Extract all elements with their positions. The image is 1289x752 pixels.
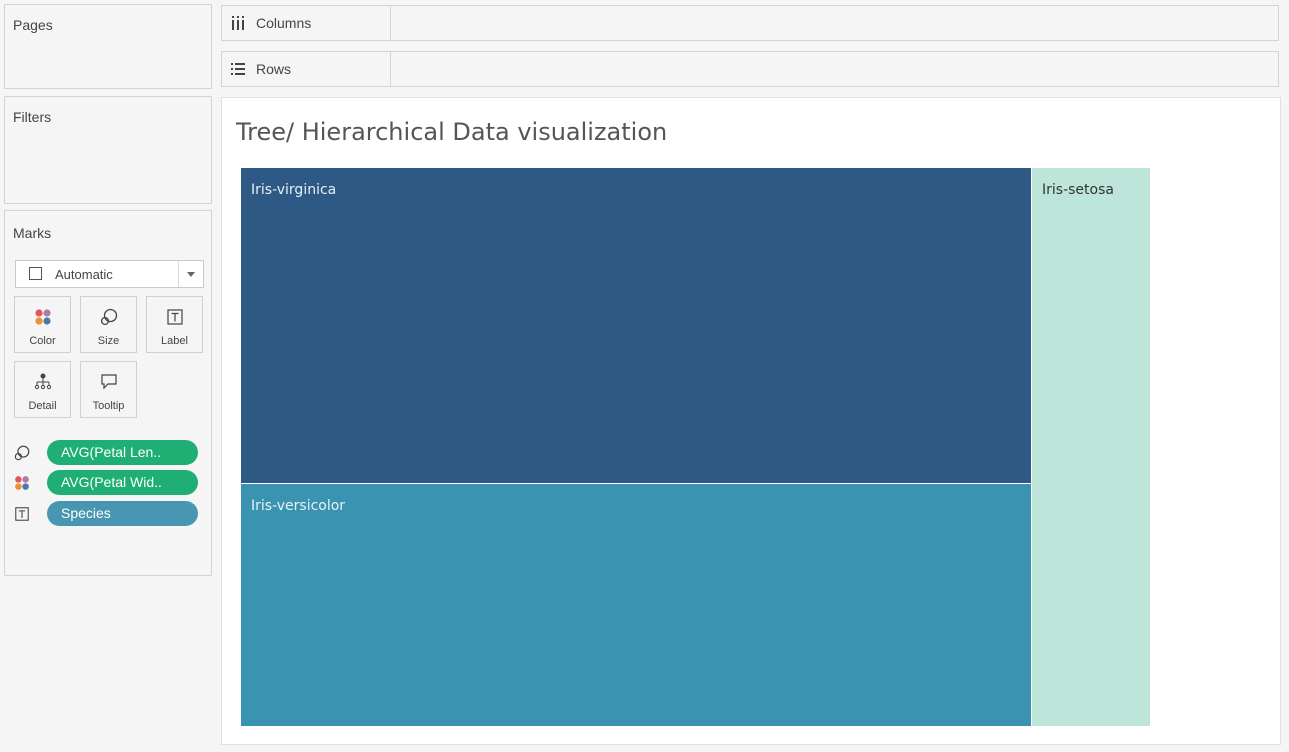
color-dots-icon (15, 307, 70, 327)
rows-label: Rows (256, 61, 292, 77)
marks-card: Marks Automatic Color Size Label Detail … (4, 210, 212, 576)
view-canvas: Tree/ Hierarchical Data visualization Ir… (221, 97, 1281, 745)
label-button-label: Label (161, 335, 188, 347)
detail-button[interactable]: Detail (14, 361, 71, 418)
text-label-icon (147, 307, 202, 327)
rows-shelf-label: Rows (222, 52, 391, 86)
marks-title: Marks (13, 225, 52, 241)
size-field-pill[interactable]: AVG(Petal Len.. (47, 440, 198, 465)
color-button-label: Color (29, 335, 56, 347)
treemap-tile-iris-virginica[interactable]: Iris-virginica (241, 168, 1032, 484)
detail-button-label: Detail (28, 400, 57, 412)
treemap-tile-label: Iris-setosa (1042, 182, 1114, 198)
columns-label: Columns (256, 15, 312, 31)
label-pill-row: Species (13, 501, 203, 527)
rows-shelf[interactable]: Rows (221, 51, 1279, 87)
size-button[interactable]: Size (80, 296, 137, 353)
treemap-tile-iris-setosa[interactable]: Iris-setosa (1032, 168, 1150, 726)
label-button[interactable]: Label (146, 296, 203, 353)
tooltip-bubble-icon (81, 372, 136, 392)
rows-icon (230, 61, 246, 77)
color-dots-icon (13, 474, 31, 492)
text-label-icon (13, 505, 31, 523)
pages-card[interactable]: Pages (4, 4, 212, 89)
size-button-label: Size (97, 335, 120, 347)
tooltip-button[interactable]: Tooltip (80, 361, 137, 418)
color-button[interactable]: Color (14, 296, 71, 353)
columns-shelf-label: Columns (222, 6, 391, 40)
treemap-chart: Iris-virginica Iris-versicolor Iris-setosa (241, 168, 1150, 726)
view-title: Tree/ Hierarchical Data visualization (236, 118, 668, 146)
mark-type-dropdown[interactable]: Automatic (15, 260, 204, 288)
color-field-pill[interactable]: AVG(Petal Wid.. (47, 470, 198, 495)
square-mark-icon (29, 267, 42, 280)
treemap-tile-label: Iris-virginica (251, 182, 337, 198)
label-field-pill[interactable]: Species (47, 501, 198, 526)
treemap-tile-iris-versicolor[interactable]: Iris-versicolor (241, 484, 1032, 726)
filters-title: Filters (13, 109, 52, 125)
tooltip-button-label: Tooltip (92, 400, 125, 412)
mark-type-label: Automatic (55, 267, 113, 282)
filters-card[interactable]: Filters (4, 96, 212, 204)
size-circles-icon (13, 444, 31, 462)
color-pill-row: AVG(Petal Wid.. (13, 470, 203, 496)
columns-icon (230, 15, 246, 31)
size-circles-icon (81, 307, 136, 327)
columns-shelf[interactable]: Columns (221, 5, 1279, 41)
size-pill-row: AVG(Petal Len.. (13, 440, 203, 466)
treemap-tile-label: Iris-versicolor (251, 498, 346, 514)
chevron-down-icon[interactable] (178, 261, 203, 287)
detail-hierarchy-icon (15, 372, 70, 392)
pages-title: Pages (13, 17, 53, 33)
